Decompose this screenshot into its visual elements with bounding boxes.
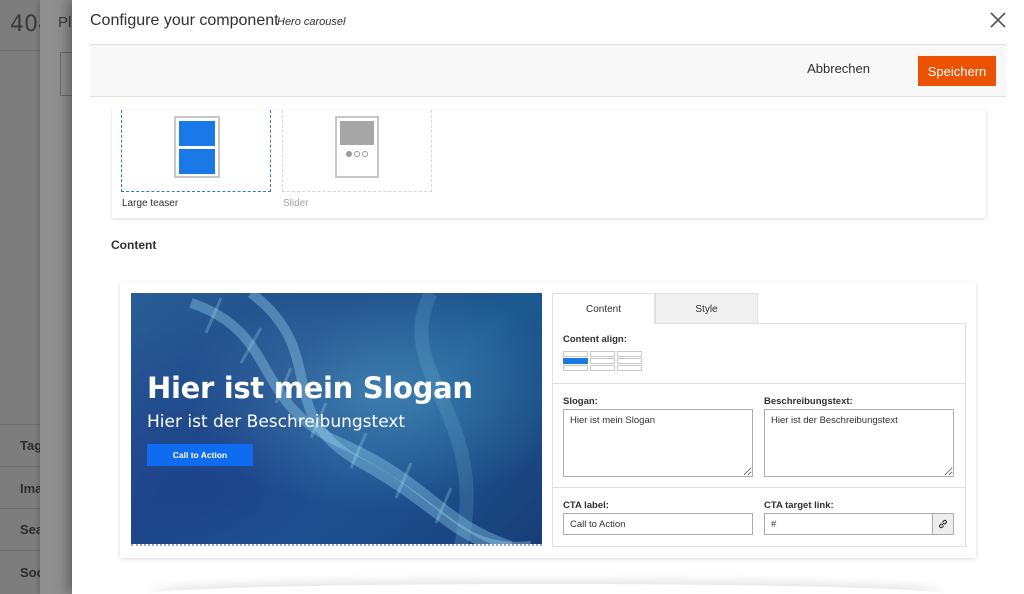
align-bottom-center[interactable]	[590, 365, 615, 371]
modal-action-bar: Abbrechen Speichern	[90, 44, 1006, 97]
tab-style[interactable]: Style	[655, 293, 758, 324]
modal-header: Configure your component Hero carousel	[72, 0, 1024, 44]
template-label-large-teaser: Large teaser	[122, 198, 179, 209]
next-card-edge	[152, 584, 942, 594]
text-fields-section: Slogan: Hier ist mein Slogan Beschreibun…	[553, 384, 965, 488]
template-option-slider[interactable]	[282, 110, 432, 192]
content-align-section: Content align:	[553, 324, 965, 384]
description-textarea[interactable]: Hier ist der Beschreibungstext	[764, 409, 954, 477]
configure-component-modal: Configure your component Hero carousel A…	[72, 0, 1024, 594]
align-top-left[interactable]	[563, 351, 588, 357]
bg-nav-item[interactable]: Tag	[20, 438, 42, 453]
template-label-slider: Slider	[283, 198, 309, 209]
align-middle-right[interactable]	[617, 358, 642, 364]
cancel-button[interactable]: Abbrechen	[807, 61, 870, 76]
cta-fields-section: CTA label: CTA target link:	[553, 488, 965, 546]
tab-content[interactable]: Content	[552, 293, 655, 324]
settings-panel: Content align: Slogan: Hier ist mein Slo…	[552, 293, 966, 549]
cta-link-label: CTA target link:	[764, 500, 834, 511]
panel-body: Content align: Slogan: Hier ist mein Slo…	[552, 323, 966, 547]
modal-title: Configure your component	[90, 12, 279, 29]
slogan-textarea[interactable]: Hier ist mein Slogan	[563, 409, 753, 477]
description-label: Beschreibungstext:	[764, 396, 853, 407]
slogan-label: Slogan:	[563, 396, 598, 407]
cta-label-label: CTA label:	[563, 500, 609, 511]
slider-icon	[335, 116, 379, 178]
align-middle-left[interactable]	[563, 358, 588, 364]
large-teaser-icon	[174, 116, 220, 178]
hero-cta-button[interactable]: Call to Action	[147, 444, 253, 466]
modal-subtitle: Hero carousel	[277, 16, 346, 28]
hero-slogan: Hier ist mein Slogan	[147, 371, 473, 405]
link-icon[interactable]	[932, 513, 954, 535]
align-top-right[interactable]	[617, 351, 642, 357]
align-bottom-left[interactable]	[563, 365, 588, 371]
template-chooser: Large teaser Slider	[112, 110, 986, 218]
bg-page-subtitle: Pl	[58, 14, 72, 31]
content-section-heading: Content	[111, 238, 157, 252]
cta-label-input[interactable]	[563, 513, 753, 535]
align-top-center[interactable]	[590, 351, 615, 357]
close-icon[interactable]	[988, 10, 1008, 30]
align-middle-center[interactable]	[590, 358, 615, 364]
hero-preview: Hier ist mein Slogan Hier ist der Beschr…	[131, 293, 542, 546]
cta-link-input[interactable]	[764, 513, 933, 535]
content-editor-card: Hier ist mein Slogan Hier ist der Beschr…	[120, 282, 976, 558]
align-bottom-right[interactable]	[617, 365, 642, 371]
save-button[interactable]: Speichern	[918, 56, 996, 86]
template-option-large-teaser[interactable]	[121, 110, 271, 192]
content-align-grid	[563, 351, 645, 373]
content-align-label: Content align:	[563, 334, 627, 345]
hero-description: Hier ist der Beschreibungstext	[147, 412, 406, 432]
